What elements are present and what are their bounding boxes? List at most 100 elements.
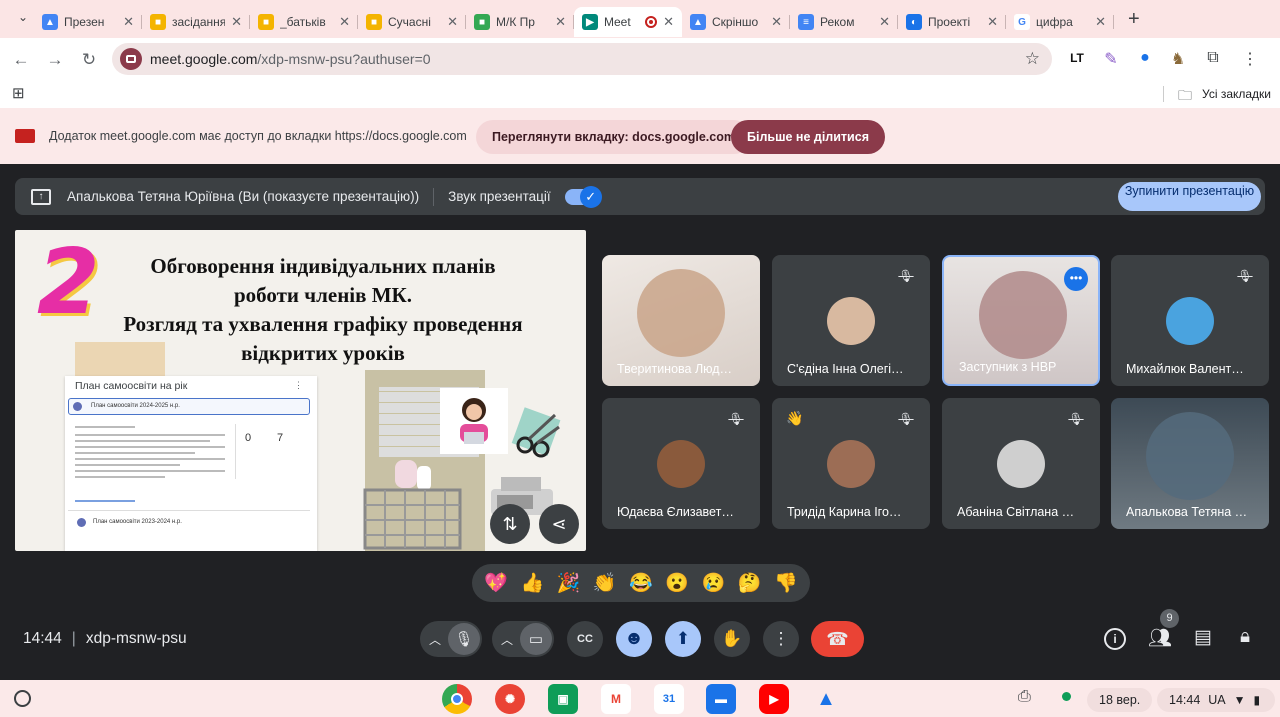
extension-lt-icon[interactable]: LT <box>1067 51 1087 65</box>
tab-close-icon[interactable]: ✕ <box>771 14 782 30</box>
browser-tab[interactable]: Gцифра ✕ <box>1006 7 1114 37</box>
reaction-emoji[interactable]: 🤔 <box>738 571 762 595</box>
participant-tile[interactable]: ••• Заступник з НВР <box>942 255 1100 386</box>
extension-dot-icon[interactable]: ● <box>1135 49 1155 67</box>
launcher-icon[interactable] <box>14 690 31 707</box>
muted-mic-icon: 🎙︎ <box>728 412 744 426</box>
presenter-label: Апалькова Тетяна Юріївна (Ви (показуєте … <box>67 189 420 204</box>
browser-tab[interactable]: ≡ Реком ✕ <box>790 7 898 37</box>
reaction-emoji[interactable]: 😮 <box>665 571 689 595</box>
participant-avatar <box>657 440 705 488</box>
present-now-icon[interactable]: ⬆ <box>665 621 701 657</box>
tab-close-icon[interactable]: ✕ <box>879 14 890 30</box>
presentation-audio-toggle[interactable]: ✓ <box>564 185 602 208</box>
canvas-app-icon[interactable]: ✺ <box>495 684 525 714</box>
calendar-app-icon[interactable]: 31 <box>654 684 684 714</box>
folder-icon: 🗀 <box>1178 87 1192 103</box>
reaction-emoji[interactable]: 👎 <box>774 571 798 595</box>
apps-grid-icon[interactable]: ⊞ <box>12 84 25 102</box>
people-icon[interactable]: 👥︎ <box>1148 626 1172 650</box>
participant-tile[interactable]: 🎙︎ 👋 Тридід Карина Іго… <box>772 398 930 529</box>
slide-share-icon[interactable]: ⋖ <box>539 504 579 544</box>
back-icon[interactable]: ← <box>4 50 38 70</box>
host-controls-icon[interactable]: 🔒︎ <box>1240 626 1250 648</box>
address-bar[interactable]: meet.google.com/xdp-msnw-psu?authuser=0 … <box>112 43 1052 75</box>
participant-tile[interactable]: 🎙︎ С'єдіна Інна Олегі… <box>772 255 930 386</box>
stop-sharing-button[interactable]: Більше не ділитися <box>731 120 885 154</box>
tab-close-icon[interactable]: ✕ <box>123 14 134 30</box>
meeting-details-icon[interactable]: i <box>1104 628 1126 650</box>
date-tray[interactable]: 18 вер. <box>1087 688 1153 712</box>
slide-fit-icon[interactable]: ⇅ <box>490 504 530 544</box>
reload-icon[interactable]: ↻ <box>72 50 106 70</box>
tab-close-icon[interactable]: ✕ <box>987 14 998 30</box>
more-options-icon[interactable]: ⋮ <box>763 621 799 657</box>
mic-options-chevron-icon[interactable]: ︿ <box>422 631 448 648</box>
tab-close-icon[interactable]: ✕ <box>447 14 458 30</box>
new-tab-button[interactable]: + <box>1120 8 1148 31</box>
tab-close-icon[interactable]: ✕ <box>663 14 674 30</box>
wifi-icon: ▼ <box>1233 693 1246 707</box>
browser-tab[interactable]: ■ _батьків ✕ <box>250 7 358 37</box>
url-host: meet.google.com <box>150 51 258 67</box>
tab-title: Презен <box>64 15 105 29</box>
view-shared-tab-button[interactable]: Переглянути вкладку: docs.google.com <box>476 120 751 154</box>
chrome-app-icon[interactable] <box>442 684 472 714</box>
participant-avatar <box>827 440 875 488</box>
captions-icon[interactable]: CC <box>567 621 603 657</box>
reaction-emoji[interactable]: 👏 <box>593 571 617 595</box>
tab-share-icon <box>15 129 35 143</box>
reaction-emoji[interactable]: 👍 <box>520 571 544 595</box>
tab-close-icon[interactable]: ✕ <box>231 14 242 30</box>
meeting-code[interactable]: xdp-msnw-psu <box>86 630 187 648</box>
reaction-emoji[interactable]: 🎉 <box>557 571 581 595</box>
gmail-app-icon[interactable]: M <box>601 684 631 714</box>
profile-menu-icon[interactable]: ⋮ <box>1240 49 1260 69</box>
participant-tile[interactable]: 🎙︎ Абаніна Світлана … <box>942 398 1100 529</box>
browser-tab[interactable]: ■ Сучасні ✕ <box>358 7 466 37</box>
screenshot-tray-icon[interactable]: ⎙ <box>1018 688 1031 706</box>
microphone-icon[interactable]: 🎙︎ <box>448 623 480 655</box>
browser-tab[interactable]: ◐ Проекті ✕ <box>898 7 1006 37</box>
extension-pen-icon[interactable]: ✎ <box>1101 49 1121 69</box>
emoji-reactions-icon[interactable]: ☻ <box>616 621 652 657</box>
tray-time: 14:44 <box>1169 693 1201 707</box>
youtube-app-icon[interactable]: ▶ <box>759 684 789 714</box>
reaction-emoji[interactable]: 😂 <box>629 571 653 595</box>
participant-tile[interactable]: Тверитинова Люд… <box>602 255 760 386</box>
browser-tab[interactable]: ■ М/К Пр ✕ <box>466 7 574 37</box>
browser-tab[interactable]: ▶ Meet ✕ <box>574 7 682 37</box>
drive-app-icon[interactable]: ▲ <box>811 684 841 714</box>
chat-icon[interactable]: ▤ <box>1194 626 1212 649</box>
participant-tile[interactable]: 🎙︎ Михайлюк Валент… <box>1111 255 1269 386</box>
browser-tab[interactable]: ▲ Скріншо ✕ <box>682 7 790 37</box>
extension-owl-icon[interactable]: ♞ <box>1168 49 1188 69</box>
tab-favicon-icon: ◐ <box>906 14 922 30</box>
tab-favicon-icon: ■ <box>258 14 274 30</box>
browser-tab[interactable]: ■ засідання ✕ <box>142 7 250 37</box>
leave-call-icon[interactable]: ☎ <box>811 621 864 657</box>
bookmark-star-icon[interactable]: ☆ <box>1025 49 1040 69</box>
reaction-emoji[interactable]: 😢 <box>702 571 726 595</box>
tile-options-icon[interactable]: ••• <box>1064 267 1088 291</box>
reaction-emoji[interactable]: 💖 <box>484 571 508 595</box>
tab-close-icon[interactable]: ✕ <box>555 14 566 30</box>
files-app-icon[interactable]: ▬ <box>706 684 736 714</box>
classroom-app-icon[interactable]: ▣ <box>548 684 578 714</box>
extensions-puzzle-icon[interactable]: ⧉ <box>1203 49 1223 67</box>
tab-search-icon[interactable]: ⌄ <box>18 10 28 24</box>
tabs: ▲ Презен ✕ ■ засідання ✕ ■ _батьків ✕ ■ Сучасні ✕ ■ М… <box>34 1 1114 37</box>
participant-tile[interactable]: 🎙︎ Юдаєва Єлизавет… <box>602 398 760 529</box>
tab-close-icon[interactable]: ✕ <box>339 14 350 30</box>
status-tray[interactable]: 14:44 UA ▼ ▮ <box>1157 688 1275 712</box>
forward-icon[interactable]: → <box>38 50 72 70</box>
all-bookmarks-link[interactable]: Усі закладки <box>1202 87 1271 101</box>
browser-tab[interactable]: ▲ Презен ✕ <box>34 7 142 37</box>
stop-presenting-button[interactable]: Зупинити презентацію <box>1118 182 1261 211</box>
camera-options-chevron-icon[interactable]: ︿ <box>494 631 520 648</box>
raise-hand-icon[interactable]: ✋ <box>714 621 750 657</box>
site-info-icon[interactable] <box>120 48 142 70</box>
camera-icon[interactable]: ▭ <box>520 623 552 655</box>
tab-close-icon[interactable]: ✕ <box>1095 14 1106 30</box>
participant-tile[interactable]: Апалькова Тетяна … <box>1111 398 1269 529</box>
